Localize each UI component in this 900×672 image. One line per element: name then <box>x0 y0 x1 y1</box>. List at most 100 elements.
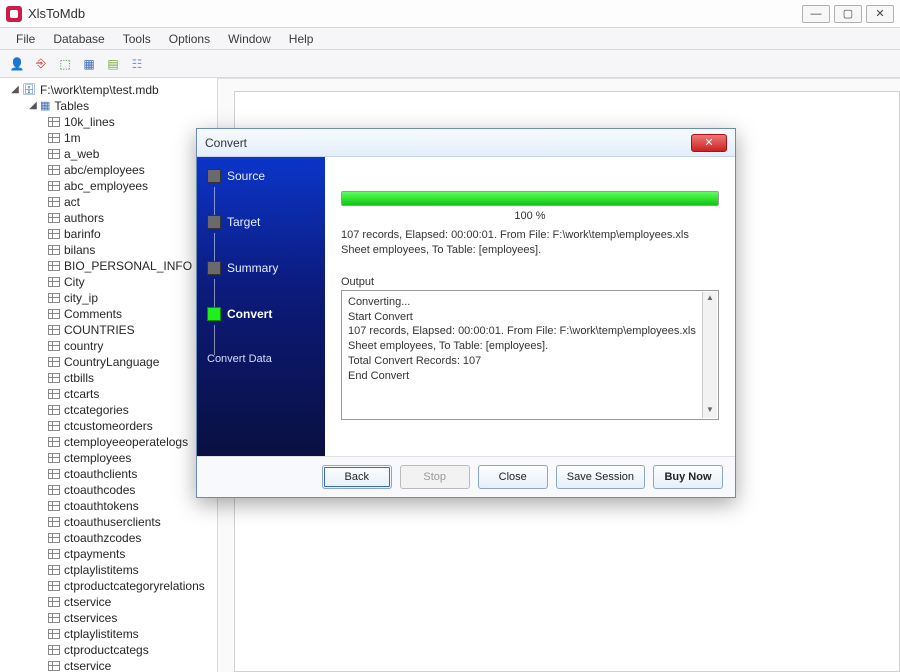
table-item[interactable]: ctplaylistitems <box>46 562 215 578</box>
table-item[interactable]: ctproductcategs <box>46 642 215 658</box>
menu-tools[interactable]: Tools <box>115 30 159 48</box>
table-item[interactable]: ctcustomeorders <box>46 418 215 434</box>
table-item[interactable]: COUNTRIES <box>46 322 215 338</box>
scroll-down-icon[interactable]: ▼ <box>703 404 717 418</box>
table-item[interactable]: ctpayments <box>46 546 215 562</box>
table-item[interactable]: ctservice <box>46 594 215 610</box>
table-item[interactable]: ctproductcategoryrelations <box>46 578 215 594</box>
table-item[interactable]: ctoauthtokens <box>46 498 215 514</box>
table-item[interactable]: ctservices <box>46 610 215 626</box>
table-icon <box>48 581 60 591</box>
back-button[interactable]: Back <box>322 465 392 489</box>
stop-button[interactable]: Stop <box>400 465 470 489</box>
table-name: bilans <box>64 242 95 258</box>
menu-database[interactable]: Database <box>45 30 112 48</box>
toolbar-wizard-icon[interactable]: ⬚ <box>56 55 74 73</box>
toolbar-settings-icon[interactable]: ▤ <box>104 55 122 73</box>
close-button[interactable]: ✕ <box>866 5 894 23</box>
dialog-body: Source Target Summary Convert Convert Da… <box>197 157 735 456</box>
table-item[interactable]: bilans <box>46 242 215 258</box>
table-item[interactable]: Comments <box>46 306 215 322</box>
output-box[interactable]: Converting...Start Convert107 records, E… <box>341 290 719 420</box>
table-item[interactable]: abc_employees <box>46 178 215 194</box>
table-item[interactable]: CountryLanguage <box>46 354 215 370</box>
table-item[interactable]: ctemployeeoperatelogs <box>46 434 215 450</box>
menu-help[interactable]: Help <box>281 30 322 48</box>
table-icon <box>48 133 60 143</box>
wizard-step-summary[interactable]: Summary <box>207 261 315 275</box>
table-name: ctproductcategs <box>64 642 149 658</box>
table-name: ctoauthtokens <box>64 498 139 514</box>
wizard-step-source[interactable]: Source <box>207 169 315 183</box>
progress-fill <box>342 192 718 205</box>
table-name: abc_employees <box>64 178 148 194</box>
toolbar-user-icon[interactable]: 👤 <box>8 55 26 73</box>
table-item[interactable]: authors <box>46 210 215 226</box>
table-name: City <box>64 274 85 290</box>
tree-root[interactable]: ◢ 🗄 F:\work\temp\test.mdb <box>10 82 215 98</box>
table-item[interactable]: ctoauthuserclients <box>46 514 215 530</box>
scroll-up-icon[interactable]: ▲ <box>703 292 717 306</box>
table-icon <box>48 165 60 175</box>
tree-tables[interactable]: ◢ ▦ Tables <box>28 98 215 114</box>
table-icon <box>48 437 60 447</box>
table-item[interactable]: 1m <box>46 130 215 146</box>
table-item[interactable]: abc/employees <box>46 162 215 178</box>
table-item[interactable]: ctplaylistitems <box>46 626 215 642</box>
table-name: a_web <box>64 146 99 162</box>
table-item[interactable]: barinfo <box>46 226 215 242</box>
table-item[interactable]: a_web <box>46 146 215 162</box>
table-item[interactable]: ctcategories <box>46 402 215 418</box>
step-box-icon <box>207 261 221 275</box>
table-item[interactable]: ctoauthcodes <box>46 482 215 498</box>
table-icon <box>48 181 60 191</box>
table-item[interactable]: ctoauthzcodes <box>46 530 215 546</box>
table-name: ctcategories <box>64 402 129 418</box>
menu-window[interactable]: Window <box>220 30 279 48</box>
wizard-step-convert[interactable]: Convert <box>207 307 315 321</box>
dialog-close-button[interactable]: ✕ <box>691 134 727 152</box>
collapse-icon[interactable]: ◢ <box>10 82 20 98</box>
table-item[interactable]: ctoauthclients <box>46 466 215 482</box>
table-item[interactable]: BIO_PERSONAL_INFO <box>46 258 215 274</box>
table-icon <box>48 469 60 479</box>
menu-file[interactable]: File <box>8 30 43 48</box>
toolbar-db-icon[interactable]: ▦ <box>80 55 98 73</box>
table-item[interactable]: ctservice <box>46 658 215 672</box>
table-item[interactable]: act <box>46 194 215 210</box>
close-button-dialog[interactable]: Close <box>478 465 548 489</box>
table-list: 10k_lines1ma_webabc/employeesabc_employe… <box>28 114 215 672</box>
toolbar-exit-icon[interactable]: ⎆ <box>32 55 50 73</box>
table-name: 10k_lines <box>64 114 115 130</box>
table-icon <box>48 405 60 415</box>
table-icon <box>48 197 60 207</box>
table-item[interactable]: City <box>46 274 215 290</box>
table-item[interactable]: city_ip <box>46 290 215 306</box>
table-icon <box>48 341 60 351</box>
table-item[interactable]: ctbills <box>46 370 215 386</box>
save-session-button[interactable]: Save Session <box>556 465 645 489</box>
buy-now-button[interactable]: Buy Now <box>653 465 723 489</box>
maximize-button[interactable]: ▢ <box>834 5 862 23</box>
table-name: barinfo <box>64 226 101 242</box>
toolbar-grid-icon[interactable]: ☷ <box>128 55 146 73</box>
collapse-icon[interactable]: ◢ <box>28 98 38 114</box>
table-item[interactable]: ctemployees <box>46 450 215 466</box>
menu-options[interactable]: Options <box>161 30 218 48</box>
menubar: File Database Tools Options Window Help <box>0 28 900 50</box>
table-icon <box>48 293 60 303</box>
minimize-button[interactable]: — <box>802 5 830 23</box>
progress-percent: 100 % <box>341 210 719 222</box>
output-scrollbar[interactable]: ▲ ▼ <box>702 292 717 418</box>
table-icon <box>48 213 60 223</box>
table-icon <box>48 661 60 671</box>
table-item[interactable]: 10k_lines <box>46 114 215 130</box>
table-icon <box>48 421 60 431</box>
table-name: ctemployeeoperatelogs <box>64 434 188 450</box>
table-item[interactable]: country <box>46 338 215 354</box>
wizard-step-target[interactable]: Target <box>207 215 315 229</box>
step-label: Convert <box>227 307 272 321</box>
table-name: act <box>64 194 80 210</box>
sidebar-tree[interactable]: ◢ 🗄 F:\work\temp\test.mdb ◢ ▦ Tables 10k… <box>0 78 218 672</box>
table-item[interactable]: ctcarts <box>46 386 215 402</box>
